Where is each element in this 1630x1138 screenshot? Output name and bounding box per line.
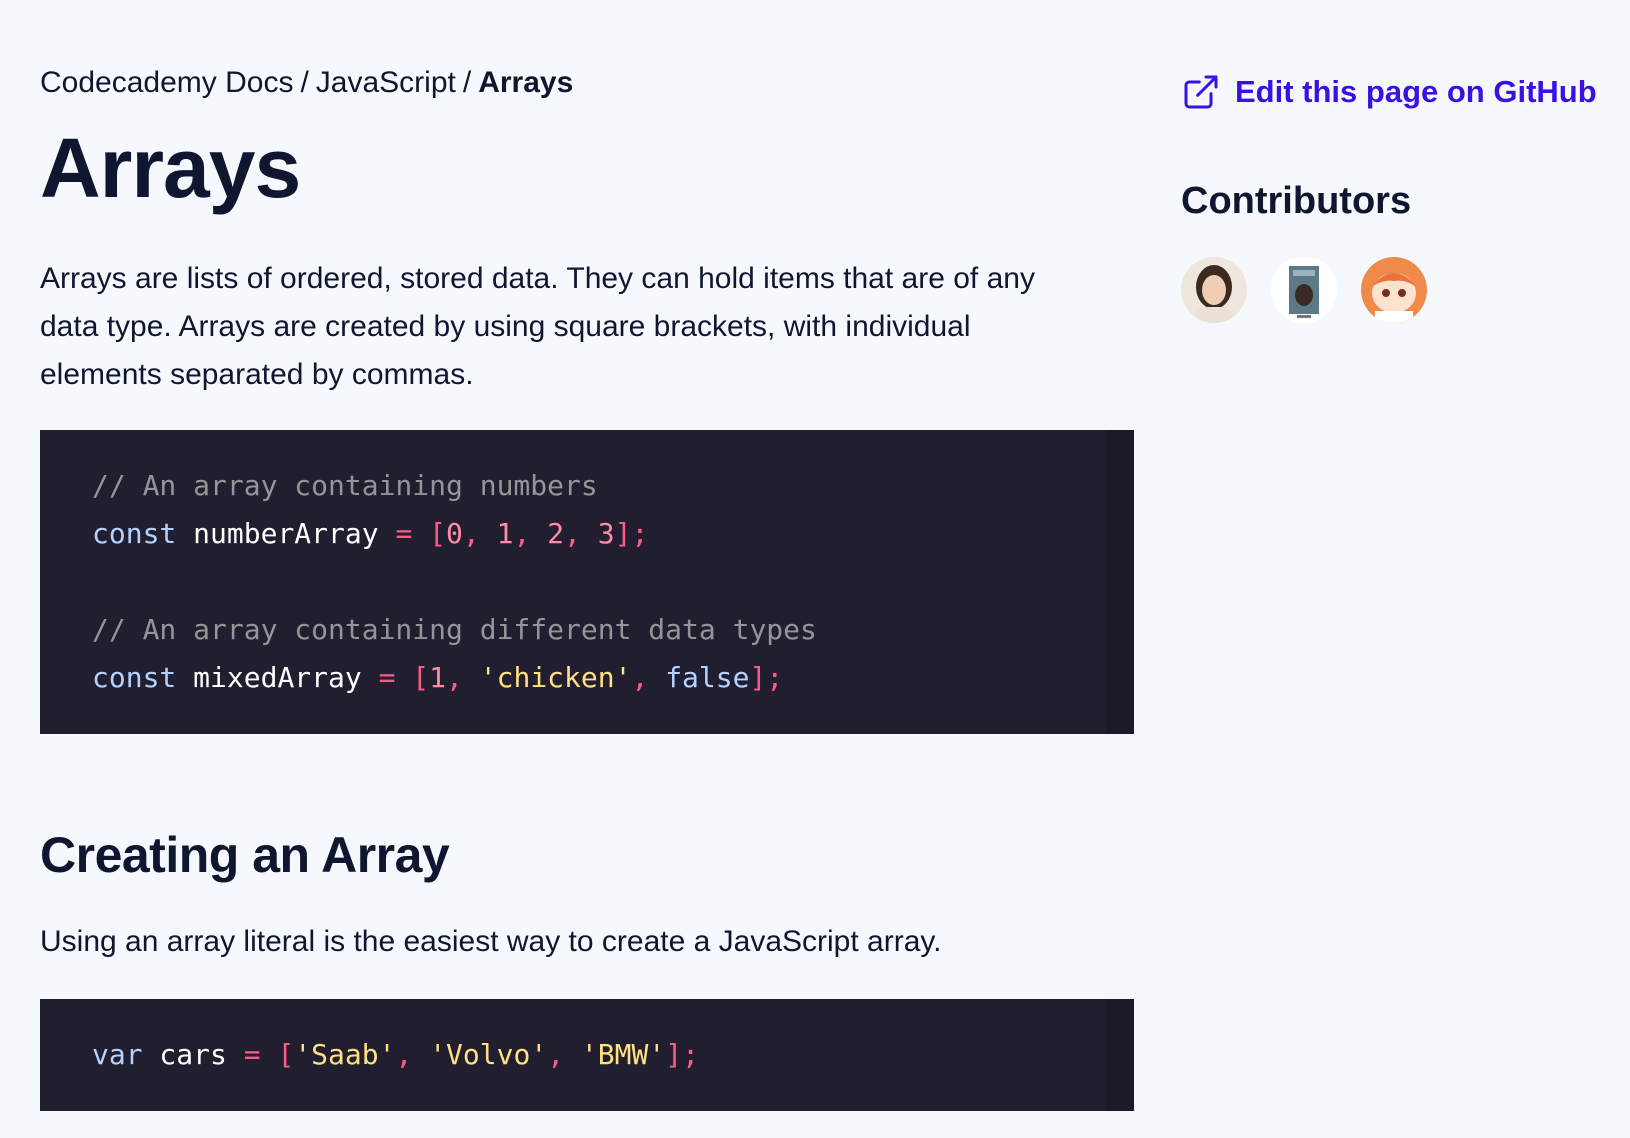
- code-token-number: 1: [496, 517, 514, 550]
- code-token-punct: ];: [749, 661, 784, 694]
- code-token-string: 'BMW': [580, 1038, 666, 1071]
- code-token-punct: =: [243, 1038, 261, 1071]
- code-token-ident: cars: [142, 1038, 244, 1071]
- code-token-bool: false: [665, 661, 750, 694]
- contributor-avatar-3[interactable]: [1361, 257, 1427, 323]
- code-token-keyword: const: [92, 661, 177, 694]
- code-content: var cars = ['Saab', 'Volvo', 'BMW'];: [40, 999, 1106, 1079]
- page-title: Arrays: [40, 121, 301, 215]
- breadcrumb-link-docs[interactable]: Codecademy Docs: [40, 66, 293, 99]
- intro-paragraph: Arrays are lists of ordered, stored data…: [40, 262, 1035, 391]
- code-content: // An array containing numbers const numb…: [40, 430, 1106, 702]
- code-token-punct: ,: [513, 517, 548, 550]
- section-paragraph: Using an array literal is the easiest wa…: [40, 925, 942, 958]
- avatar-anime-character: [1361, 257, 1427, 323]
- code-block-array-literal[interactable]: var cars = ['Saab', 'Volvo', 'BMW'];: [40, 999, 1134, 1111]
- code-token-punct: ];: [665, 1038, 699, 1071]
- avatar-woman-photo: [1181, 257, 1247, 323]
- breadcrumb-separator: /: [462, 66, 472, 99]
- code-token-keyword: var: [92, 1038, 143, 1071]
- code-token-number: 0: [446, 517, 463, 550]
- code-token-string: 'chicken': [479, 661, 632, 694]
- breadcrumb: Codecademy Docs / JavaScript / Arrays: [40, 66, 573, 100]
- breadcrumb-link-javascript[interactable]: JavaScript: [316, 66, 456, 99]
- code-line: var cars = ['Saab', 'Volvo', 'BMW'];: [92, 1031, 1106, 1079]
- code-token-punct: ,: [462, 517, 497, 550]
- edit-link-label: Edit this page on GitHub: [1235, 74, 1597, 109]
- code-token-number: 2: [547, 517, 565, 550]
- code-token-punct: ,: [446, 661, 480, 694]
- code-line: const numberArray = [0, 1, 2, 3];: [92, 510, 1106, 558]
- code-token-punct: =: [395, 517, 413, 550]
- code-token-comment: // An array containing numbers: [92, 469, 598, 502]
- contributors-list: [1181, 257, 1451, 323]
- breadcrumb-current: Arrays: [478, 66, 574, 99]
- external-link-icon: [1184, 75, 1218, 109]
- contributors-heading: Contributors: [1181, 180, 1412, 222]
- code-token-keyword: const: [92, 517, 177, 550]
- breadcrumb-separator: /: [300, 66, 309, 99]
- code-block-array-examples[interactable]: // An array containing numbers const numb…: [40, 430, 1134, 734]
- code-token-punct: ,: [547, 1038, 581, 1071]
- code-line: // An array containing different data ty…: [92, 606, 1106, 654]
- code-token-number: 1: [429, 661, 447, 694]
- code-token-punct: [: [395, 661, 430, 694]
- code-token-ident: mixedArray: [176, 661, 379, 694]
- code-token-punct: ,: [395, 1038, 430, 1071]
- code-token-string: 'Volvo': [429, 1038, 548, 1071]
- code-token-punct: [: [260, 1038, 295, 1071]
- code-token-number: 3: [597, 517, 615, 550]
- edit-on-github-link[interactable]: Edit this page on GitHub: [1181, 72, 1597, 112]
- code-token-ident: numberArray: [176, 517, 396, 550]
- avatar-album-cover: [1271, 257, 1337, 323]
- section-heading-creating-array: Creating an Array: [40, 827, 450, 883]
- code-line: const mixedArray = [1, 'chicken', false]…: [92, 654, 1106, 702]
- code-token-punct: [: [412, 517, 447, 550]
- code-token-string: 'Saab': [294, 1038, 396, 1071]
- code-token-punct: =: [378, 661, 396, 694]
- code-line: // An array containing numbers: [92, 462, 1106, 510]
- code-token-punct: ];: [614, 517, 649, 550]
- contributor-avatar-2[interactable]: [1271, 257, 1337, 323]
- code-token-comment: // An array containing different data ty…: [92, 613, 817, 646]
- contributor-avatar-1[interactable]: [1181, 257, 1247, 323]
- code-token-punct: ,: [631, 661, 666, 694]
- code-token-punct: ,: [564, 517, 598, 550]
